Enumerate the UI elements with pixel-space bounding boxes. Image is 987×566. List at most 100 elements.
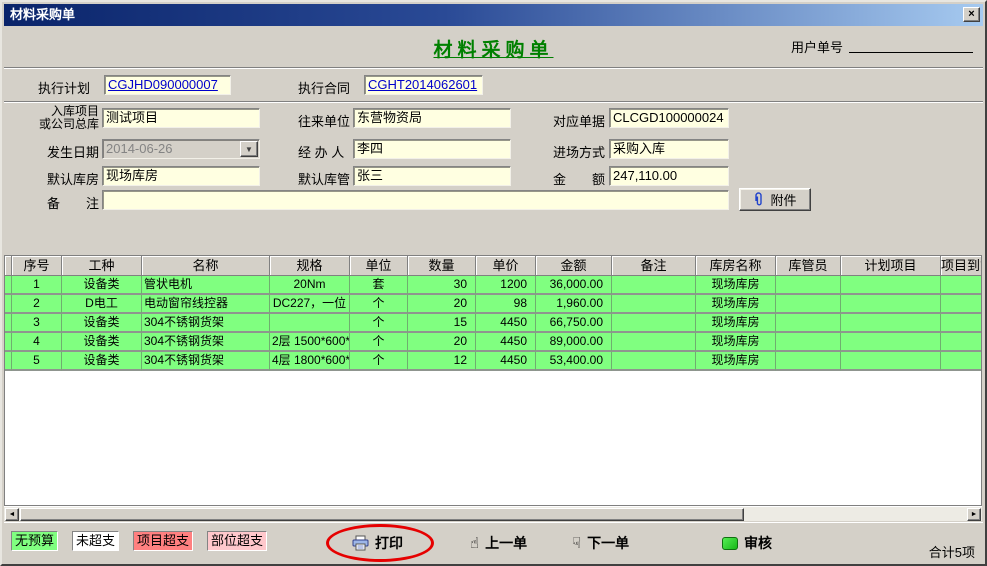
scroll-right-icon[interactable]: ► (967, 508, 981, 521)
window-titlebar[interactable]: 材料采购单 × (4, 4, 983, 26)
table-cell (776, 276, 841, 295)
table-cell: 现场库房 (696, 276, 776, 295)
table-cell: 4层 1800*600* (270, 352, 350, 371)
table-cell (5, 352, 12, 371)
date-combobox[interactable]: 2014-06-26 ▼ (102, 139, 260, 159)
exec-plan-field[interactable]: CGJHD090000007 (104, 75, 231, 95)
table-cell: 4 (12, 333, 62, 352)
table-cell: 设备类 (62, 333, 142, 352)
default-keeper-field[interactable]: 张三 (353, 166, 511, 186)
hand-up-icon: ☝ (470, 534, 479, 552)
counterpart-field[interactable]: 东营物资局 (353, 108, 511, 128)
close-icon[interactable]: × (963, 7, 980, 22)
entry-mode-field[interactable]: 采购入库 (609, 139, 729, 159)
user-no-input[interactable] (849, 34, 973, 53)
table-header-cell[interactable]: 金额 (536, 256, 612, 276)
table-cell: 套 (350, 276, 408, 295)
table-cell (612, 276, 696, 295)
table-cell: 3 (12, 314, 62, 333)
table-cell (776, 295, 841, 314)
table-header-cell[interactable]: 项目到货 (941, 256, 982, 276)
chevron-down-icon[interactable]: ▼ (240, 141, 258, 157)
amount-field[interactable]: 247,110.00 (609, 166, 729, 186)
horizontal-scrollbar[interactable]: ◄ ► (4, 506, 982, 521)
handler-label: 经 办 人 (298, 142, 344, 161)
table-row[interactable]: 5设备类304不锈钢货架4层 1800*600*个12445053,400.00… (5, 352, 981, 371)
table-cell: 电动窗帘线控器 (142, 295, 270, 314)
table-cell: 30 (408, 276, 476, 295)
table-cell: 36,000.00 (536, 276, 612, 295)
handler-field[interactable]: 李四 (353, 139, 511, 159)
table-cell: 20Nm (270, 276, 350, 295)
table-cell: 12 (408, 352, 476, 371)
table-header-cell[interactable]: 名称 (142, 256, 270, 276)
table-cell (5, 333, 12, 352)
legend-badge: 项目超支 (133, 531, 193, 551)
next-order-button[interactable]: ☟ 下一单 (572, 533, 629, 553)
table-cell: 15 (408, 314, 476, 333)
table-header-cell[interactable]: 库房名称 (696, 256, 776, 276)
table-cell (841, 314, 941, 333)
table-header-cell[interactable]: 工种 (62, 256, 142, 276)
table-cell (841, 333, 941, 352)
date-label: 发生日期 (47, 142, 99, 161)
table-row[interactable]: 3设备类304不锈钢货架个15445066,750.00现场库房 (5, 314, 981, 333)
table-cell (941, 276, 982, 295)
table-cell (941, 352, 982, 371)
table-cell: 管状电机 (142, 276, 270, 295)
table-cell: 4450 (476, 314, 536, 333)
table-cell (5, 276, 12, 295)
attachment-button[interactable]: 附件 (739, 188, 811, 211)
table-cell: 个 (350, 295, 408, 314)
ref-doc-field[interactable]: CLCGD100000024 (609, 108, 729, 128)
table-cell (776, 314, 841, 333)
user-no-label: 用户单号 (791, 37, 843, 56)
project-label: 入库项目 或公司总库 (32, 105, 99, 131)
table-row[interactable]: 2D电工电动窗帘线控器DC227，一位个20981,960.00现场库房 (5, 295, 981, 314)
default-warehouse-field[interactable]: 现场库房 (102, 166, 260, 186)
table-cell: 设备类 (62, 276, 142, 295)
paperclip-icon (753, 192, 765, 207)
table-cell (5, 314, 12, 333)
prev-order-button[interactable]: ☝ 上一单 (470, 533, 527, 553)
scrollbar-thumb[interactable] (20, 508, 744, 521)
table-header-cell[interactable] (5, 256, 12, 276)
project-field[interactable]: 测试项目 (102, 108, 260, 128)
table-header-cell[interactable]: 库管员 (776, 256, 841, 276)
table-header-cell[interactable]: 序号 (12, 256, 62, 276)
printer-icon (352, 535, 369, 551)
table-cell: 现场库房 (696, 352, 776, 371)
table-cell: 53,400.00 (536, 352, 612, 371)
audit-status-icon (722, 537, 738, 550)
table-cell: DC227，一位 (270, 295, 350, 314)
table-header-cell[interactable]: 单价 (476, 256, 536, 276)
table-header-cell[interactable]: 规格 (270, 256, 350, 276)
table-cell: 304不锈钢货架 (142, 314, 270, 333)
table-header-cell[interactable]: 单位 (350, 256, 408, 276)
header-band: 材料采购单 用户单号 (4, 26, 983, 67)
divider (4, 101, 983, 103)
table-cell: 66,750.00 (536, 314, 612, 333)
table-row[interactable]: 4设备类304不锈钢货架2层 1500*600*个20445089,000.00… (5, 333, 981, 352)
table-cell (612, 295, 696, 314)
exec-contract-label: 执行合同 (298, 78, 350, 97)
total-count: 合计5项 (929, 542, 975, 561)
table-cell: 个 (350, 352, 408, 371)
audit-indicator[interactable]: 审核 (722, 533, 772, 553)
table-cell (941, 295, 982, 314)
remark-field[interactable] (102, 190, 729, 210)
remark-label: 备 注 (47, 193, 99, 212)
table-cell: 2 (12, 295, 62, 314)
scroll-left-icon[interactable]: ◄ (5, 508, 19, 521)
table-cell: 1200 (476, 276, 536, 295)
table-cell: 设备类 (62, 352, 142, 371)
print-button[interactable]: 打印 (352, 533, 403, 553)
table-row[interactable]: 1设备类管状电机20Nm套30120036,000.00现场库房 (5, 276, 981, 295)
window-title: 材料采购单 (10, 7, 75, 22)
table-header-cell[interactable]: 数量 (408, 256, 476, 276)
purchase-order-window: 材料采购单 × 材料采购单 用户单号 执行计划 CGJHD090000007 执… (0, 0, 987, 566)
table-header-cell[interactable]: 备注 (612, 256, 696, 276)
exec-contract-field[interactable]: CGHT2014062601 (364, 75, 483, 95)
table-header-cell[interactable]: 计划项目 (841, 256, 941, 276)
default-warehouse-label: 默认库房 (47, 169, 99, 188)
